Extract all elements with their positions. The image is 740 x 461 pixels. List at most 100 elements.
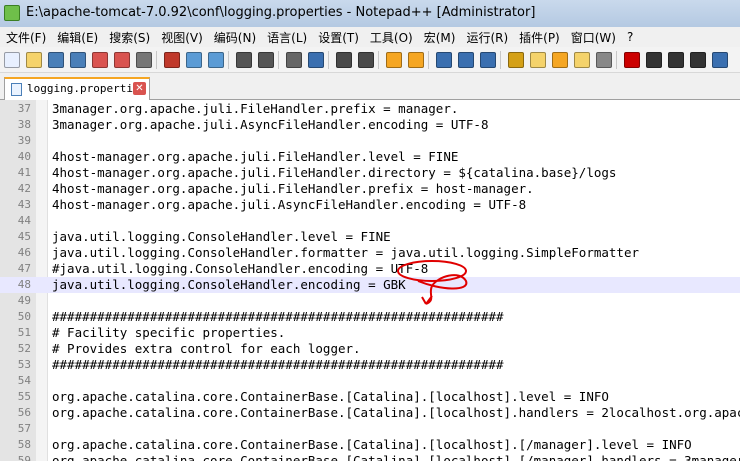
- zoom-in-icon[interactable]: [336, 52, 352, 68]
- line-number: 48: [17, 278, 31, 291]
- menu-item-2[interactable]: 搜索(S): [103, 29, 155, 46]
- sync-horizontal-icon[interactable]: [408, 52, 424, 68]
- code-line[interactable]: 48 java.util.logging.ConsoleHandler.encod…: [0, 277, 740, 293]
- close-icon[interactable]: [92, 52, 108, 68]
- save-all-icon[interactable]: [70, 52, 86, 68]
- menu-item-3[interactable]: 视图(V): [155, 29, 208, 46]
- code-line[interactable]: 39: [0, 133, 740, 149]
- close-all-icon[interactable]: [114, 52, 130, 68]
- code-line[interactable]: 46 java.util.logging.ConsoleHandler.forma…: [0, 245, 740, 261]
- code-text: java.util.logging.ConsoleHandler.level =…: [52, 229, 391, 244]
- menu-item-5[interactable]: 语言(L): [261, 29, 312, 46]
- play-macro-icon[interactable]: [668, 52, 684, 68]
- line-number: 46: [17, 246, 31, 259]
- save-icon[interactable]: [48, 52, 64, 68]
- code-text: # Facility specific properties.: [52, 325, 286, 340]
- line-number: 40: [17, 150, 31, 163]
- toolbar-separator: [328, 51, 329, 69]
- editor[interactable]: 37 3manager.org.apache.juli.FileHandler.p…: [0, 100, 740, 461]
- toolbar-separator: [378, 51, 379, 69]
- indent-guide-icon[interactable]: [480, 52, 496, 68]
- doc-map-icon[interactable]: [530, 52, 546, 68]
- zoom-out-icon[interactable]: [358, 52, 374, 68]
- code-line[interactable]: 38 3manager.org.apache.juli.AsyncFileHand…: [0, 117, 740, 133]
- line-number: 41: [17, 166, 31, 179]
- code-line[interactable]: 59 org.apache.catalina.core.ContainerBase…: [0, 453, 740, 461]
- menu-item-8[interactable]: 宏(M): [418, 29, 461, 46]
- sync-vertical-icon[interactable]: [386, 52, 402, 68]
- close-tab-icon[interactable]: ✕: [133, 82, 146, 95]
- code-text: #java.util.logging.ConsoleHandler.encodi…: [52, 261, 429, 276]
- open-file-icon[interactable]: [26, 52, 42, 68]
- monitor-icon[interactable]: [596, 52, 612, 68]
- cut-icon[interactable]: [164, 52, 180, 68]
- code-text: ########################################…: [52, 309, 504, 324]
- code-text: org.apache.catalina.core.ContainerBase.[…: [52, 405, 740, 420]
- code-line[interactable]: 54: [0, 373, 740, 389]
- show-all-chars-icon[interactable]: [458, 52, 474, 68]
- menu-item-4[interactable]: 编码(N): [208, 29, 261, 46]
- find-icon[interactable]: [286, 52, 302, 68]
- code-line[interactable]: 43 4host-manager.org.apache.juli.AsyncFil…: [0, 197, 740, 213]
- tab-label: logging.properties: [27, 82, 147, 95]
- menu-item-0[interactable]: 文件(F): [0, 29, 51, 46]
- line-number: 49: [17, 294, 31, 307]
- code-line[interactable]: 51 # Facility specific properties.: [0, 325, 740, 341]
- code-line[interactable]: 57: [0, 421, 740, 437]
- new-file-icon[interactable]: [4, 52, 20, 68]
- line-number: 58: [17, 438, 31, 451]
- tab-logging-properties[interactable]: logging.properties ✕: [4, 77, 150, 100]
- code-line[interactable]: 41 4host-manager.org.apache.juli.FileHand…: [0, 165, 740, 181]
- line-number: 43: [17, 198, 31, 211]
- code-line[interactable]: 40 4host-manager.org.apache.juli.FileHand…: [0, 149, 740, 165]
- code-line[interactable]: 45 java.util.logging.ConsoleHandler.level…: [0, 229, 740, 245]
- function-list-icon[interactable]: [552, 52, 568, 68]
- code-line[interactable]: 52 # Provides extra control for each logg…: [0, 341, 740, 357]
- code-line[interactable]: 50 ######################################…: [0, 309, 740, 325]
- line-number: 38: [17, 118, 31, 131]
- menu-item-9[interactable]: 运行(R): [460, 29, 513, 46]
- line-number: 50: [17, 310, 31, 323]
- code-text: org.apache.catalina.core.ContainerBase.[…: [52, 389, 609, 404]
- menu-item-7[interactable]: 工具(O): [364, 29, 418, 46]
- code-text: ########################################…: [52, 357, 504, 372]
- stop-record-icon[interactable]: [646, 52, 662, 68]
- code-text: 3manager.org.apache.juli.AsyncFileHandle…: [52, 117, 489, 132]
- toolbar: [0, 47, 740, 73]
- line-number: 37: [17, 102, 31, 115]
- menu-item-1[interactable]: 编辑(E): [51, 29, 103, 46]
- file-icon: [11, 83, 22, 96]
- code-line[interactable]: 42 4host-manager.org.apache.juli.FileHand…: [0, 181, 740, 197]
- code-line[interactable]: 55 org.apache.catalina.core.ContainerBase…: [0, 389, 740, 405]
- code-line[interactable]: 58 org.apache.catalina.core.ContainerBase…: [0, 437, 740, 453]
- line-number: 39: [17, 134, 31, 147]
- code-text: org.apache.catalina.core.ContainerBase.[…: [52, 453, 740, 461]
- menu-item-10[interactable]: 插件(P): [513, 29, 565, 46]
- paste-icon[interactable]: [208, 52, 224, 68]
- folder-workspace-icon[interactable]: [574, 52, 590, 68]
- menu-item-11[interactable]: 窗口(W): [565, 29, 621, 46]
- replace-icon[interactable]: [308, 52, 324, 68]
- code-text: # Provides extra control for each logger…: [52, 341, 361, 356]
- menu-item-12[interactable]: ?: [621, 30, 638, 44]
- line-number: 53: [17, 358, 31, 371]
- code-line[interactable]: 44: [0, 213, 740, 229]
- window-title: E:\apache-tomcat-7.0.92\conf\logging.pro…: [26, 5, 536, 20]
- code-line[interactable]: 56 org.apache.catalina.core.ContainerBase…: [0, 405, 740, 421]
- copy-icon[interactable]: [186, 52, 202, 68]
- code-line[interactable]: 53 ######################################…: [0, 357, 740, 373]
- code-line[interactable]: 49: [0, 293, 740, 309]
- menu-item-6[interactable]: 设置(T): [312, 29, 364, 46]
- redo-icon[interactable]: [258, 52, 274, 68]
- word-wrap-icon[interactable]: [436, 52, 452, 68]
- toolbar-separator: [156, 51, 157, 69]
- run-macro-multiple-icon[interactable]: [690, 52, 706, 68]
- user-language-icon[interactable]: [508, 52, 524, 68]
- print-icon[interactable]: [136, 52, 152, 68]
- code-text: 3manager.org.apache.juli.FileHandler.pre…: [52, 101, 459, 116]
- code-line[interactable]: 47 #java.util.logging.ConsoleHandler.enco…: [0, 261, 740, 277]
- undo-icon[interactable]: [236, 52, 252, 68]
- save-macro-icon[interactable]: [712, 52, 728, 68]
- code-line[interactable]: 37 3manager.org.apache.juli.FileHandler.p…: [0, 101, 740, 117]
- record-macro-icon[interactable]: [624, 52, 640, 68]
